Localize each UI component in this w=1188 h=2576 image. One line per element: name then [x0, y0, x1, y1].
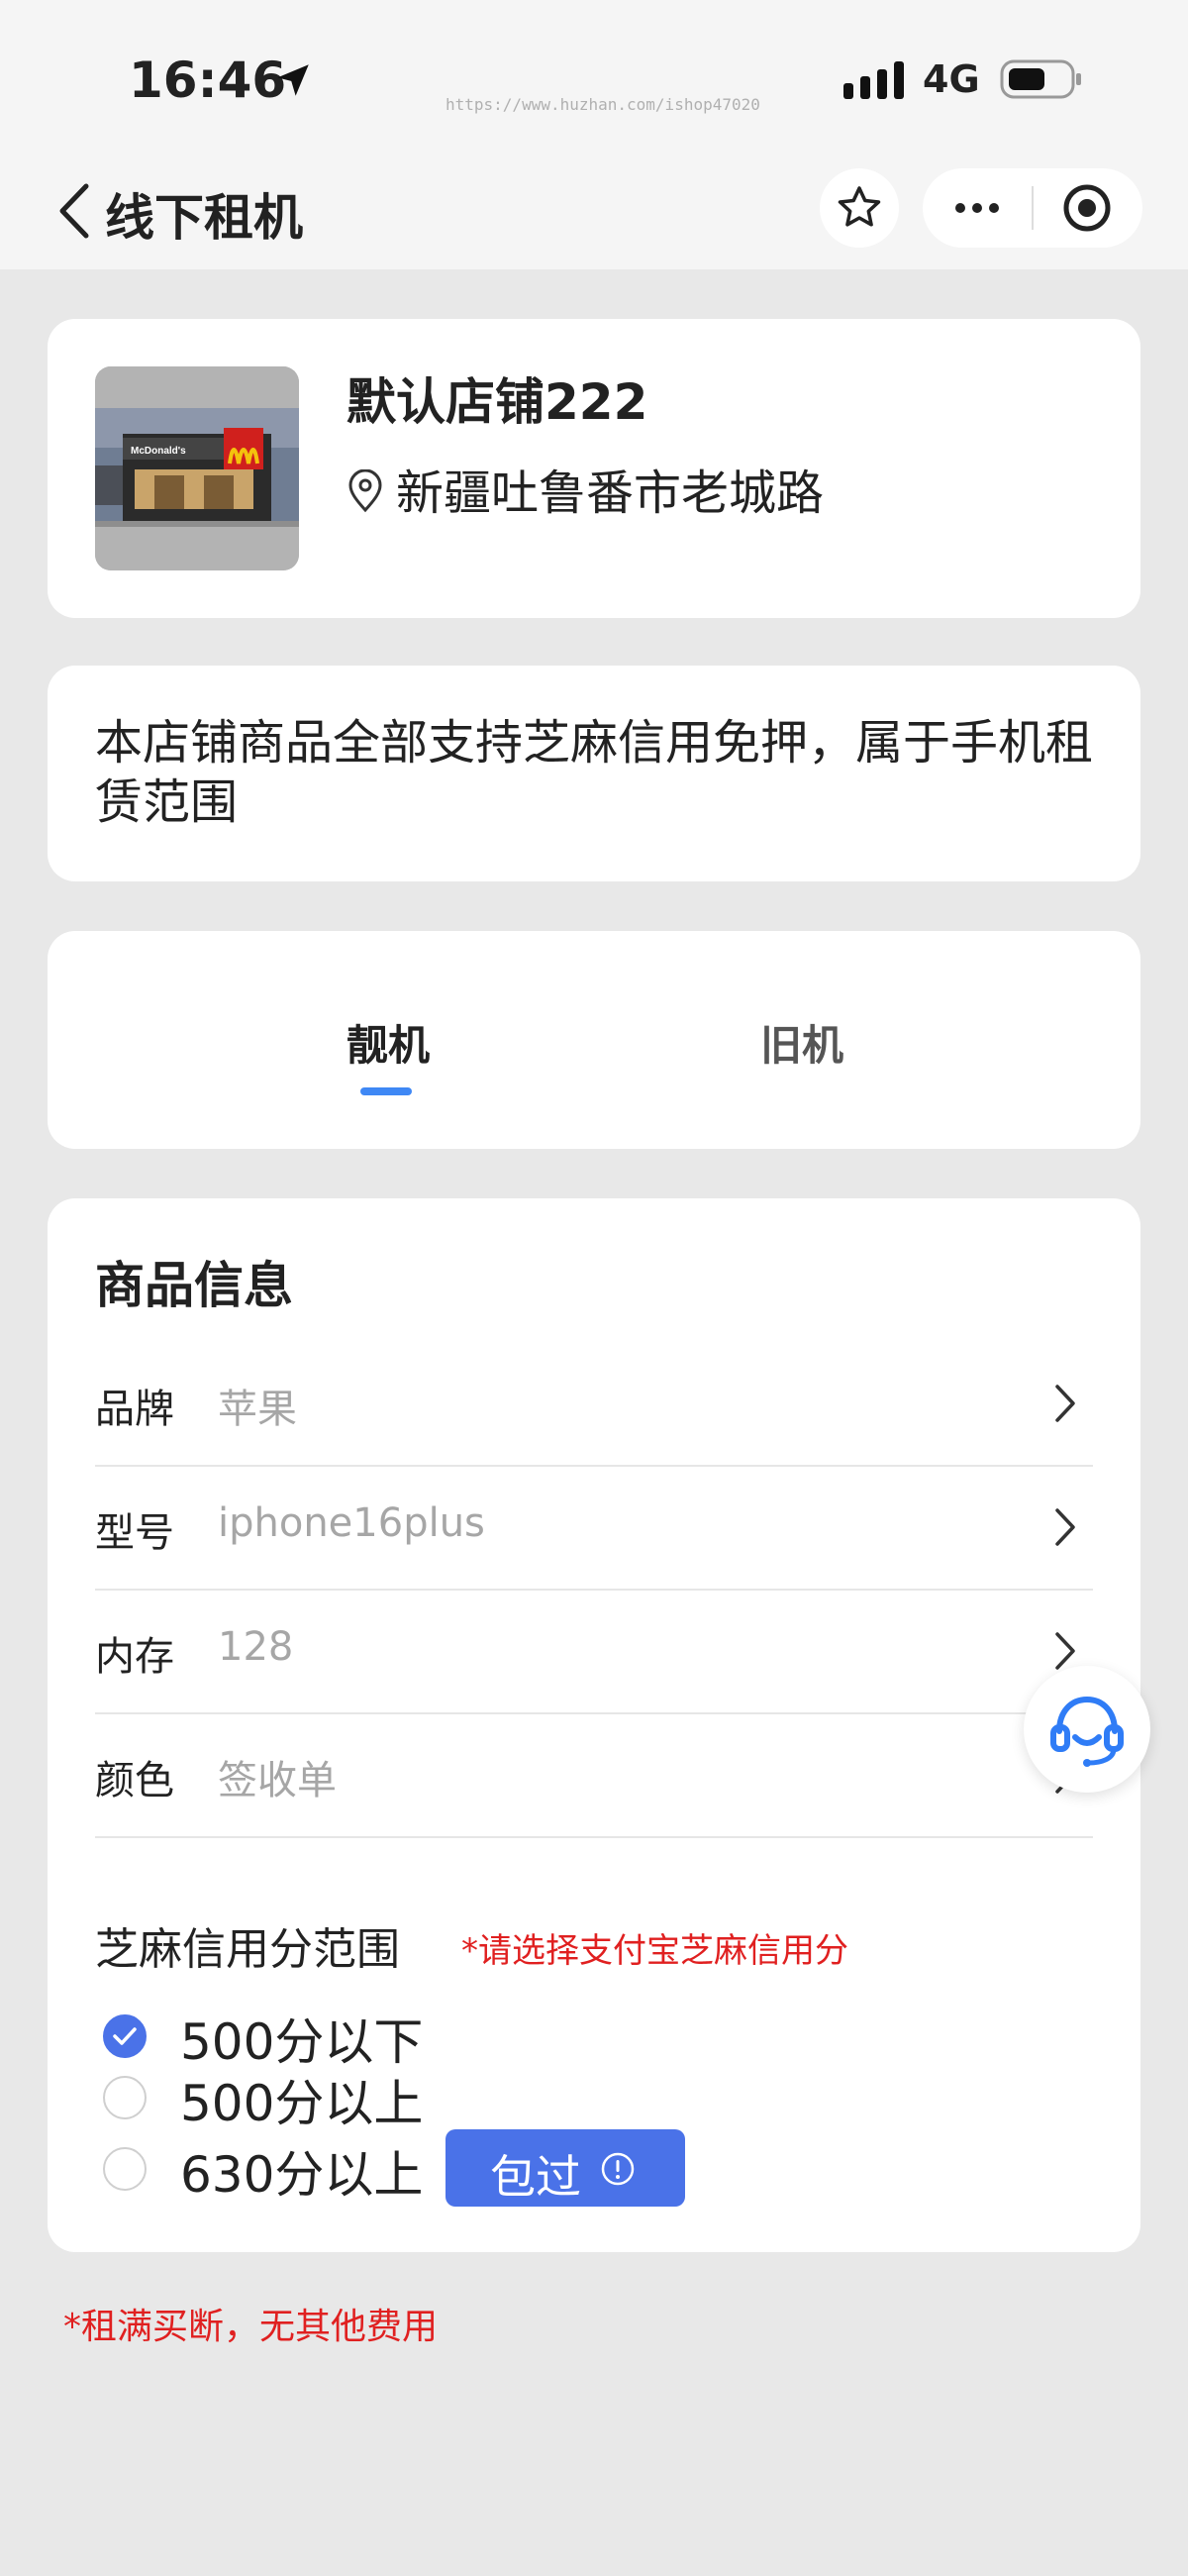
headset-icon [1050, 1696, 1124, 1767]
color-row[interactable]: 颜色 签收单 [95, 1714, 1093, 1838]
guaranteed-badge[interactable]: 包过 [446, 2129, 685, 2207]
active-tab-indicator [360, 1087, 412, 1095]
color-value: 签收单 [218, 1758, 337, 1803]
notice-text: 本店铺商品全部支持芝麻信用免押，属于手机租赁范围 [95, 715, 1094, 830]
option-label: 500分以上 [180, 2075, 424, 2132]
color-label: 颜色 [95, 1758, 174, 1803]
status-time: 16:46 [129, 52, 287, 109]
signal-icon [843, 61, 904, 99]
tab-used-phone[interactable]: 旧机 [760, 1012, 843, 1073]
memory-label: 内存 [95, 1634, 174, 1680]
model-row[interactable]: 型号 iphone16plus [95, 1467, 1093, 1591]
tab-new-phone[interactable]: 靓机 [346, 1012, 430, 1073]
nav-bar: 线下租机 [0, 158, 1188, 269]
radio-unchecked[interactable] [103, 2076, 147, 2119]
badge-label: 包过 [490, 2150, 581, 2204]
store-card[interactable]: McDonald's 默认店铺222 新疆吐鲁番市老城路 [48, 319, 1140, 618]
location-arrow-icon [277, 64, 309, 96]
model-label: 型号 [95, 1510, 174, 1556]
memory-row[interactable]: 内存 128 [95, 1591, 1093, 1714]
status-bar: 16:46 4G https://www.huzhan.com/ishop470… [0, 0, 1188, 158]
back-icon[interactable] [54, 180, 94, 242]
model-value: iphone16plus [218, 1500, 485, 1546]
brand-label: 品牌 [95, 1387, 174, 1432]
store-address: 新疆吐鲁番市老城路 [396, 465, 825, 521]
credit-hint: *请选择支付宝芝麻信用分 [461, 1931, 848, 1971]
store-image: McDonald's [95, 366, 299, 570]
footnote: *租满买断，无其他费用 [63, 2307, 439, 2347]
radio-checked[interactable] [103, 2014, 147, 2058]
network-type: 4G [923, 57, 980, 101]
page-title: 线下租机 [105, 189, 303, 247]
chevron-right-icon [1055, 1508, 1075, 1546]
chevron-right-icon [1055, 1385, 1075, 1422]
brand-value: 苹果 [218, 1387, 297, 1432]
customer-service-button[interactable] [1024, 1666, 1150, 1793]
store-image-logo-text: McDonald's [131, 446, 186, 457]
watermark: https://www.huzhan.com/ishop47020 [446, 95, 760, 114]
pin-icon [348, 469, 382, 513]
credit-range-label: 芝麻信用分范围 [95, 1924, 400, 1975]
target-icon[interactable] [1034, 168, 1142, 248]
checkmark-icon [113, 2027, 137, 2045]
option-label: 630分以上 [180, 2146, 424, 2204]
product-info-card: 商品信息 品牌 苹果 型号 iphone16plus 内存 128 颜色 签收单… [48, 1198, 1140, 2252]
brand-row[interactable]: 品牌 苹果 [95, 1343, 1093, 1467]
store-name: 默认店铺222 [346, 373, 648, 431]
star-icon [838, 186, 881, 227]
section-title: 商品信息 [95, 1257, 293, 1314]
notice-card: 本店铺商品全部支持芝麻信用免押，属于手机租赁范围 [48, 666, 1140, 881]
radio-unchecked[interactable] [103, 2147, 147, 2191]
chevron-right-icon [1055, 1632, 1075, 1670]
favorite-button[interactable] [820, 168, 899, 248]
mini-program-capsule [923, 168, 1142, 248]
tabs-card: 靓机 旧机 [48, 931, 1140, 1149]
info-icon [601, 2152, 635, 2186]
more-icon[interactable] [923, 168, 1032, 248]
memory-value: 128 [218, 1624, 294, 1670]
battery-icon [1000, 59, 1081, 99]
